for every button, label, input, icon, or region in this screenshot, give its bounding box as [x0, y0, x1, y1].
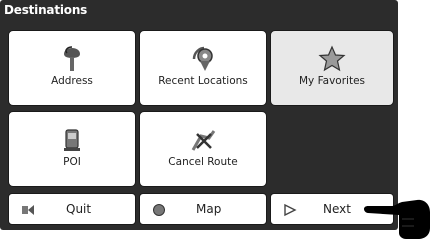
recent-locations-icon — [192, 46, 213, 71]
poi-label: POI — [63, 156, 81, 168]
address-label: Address — [51, 75, 93, 87]
poi-icon — [64, 129, 80, 151]
quit-label: Quit — [66, 202, 92, 216]
star-icon — [318, 45, 346, 72]
poi-button[interactable]: POI — [8, 111, 136, 187]
recent-locations-button[interactable]: Recent Locations — [139, 30, 267, 106]
cancel-route-label: Cancel Route — [168, 156, 238, 168]
quit-button[interactable]: Quit — [8, 193, 136, 225]
map-label: Map — [196, 202, 222, 216]
cancel-route-icon — [191, 130, 216, 151]
arrow-right-icon — [284, 203, 297, 217]
map-button[interactable]: Map — [139, 193, 267, 225]
my-favorites-button[interactable]: My Favorites — [270, 30, 394, 106]
quit-icon — [22, 205, 34, 215]
pushpin-icon — [64, 46, 80, 71]
globe-icon — [153, 204, 165, 216]
destinations-screen: Destinations Address Recent Locations My… — [0, 0, 398, 230]
address-button[interactable]: Address — [8, 30, 136, 106]
pointing-hand-icon — [364, 199, 430, 239]
page-title: Destinations — [4, 3, 88, 17]
cancel-route-button[interactable]: Cancel Route — [139, 111, 267, 187]
recent-locations-label: Recent Locations — [158, 75, 248, 87]
next-label: Next — [323, 202, 351, 216]
my-favorites-label: My Favorites — [298, 75, 366, 87]
